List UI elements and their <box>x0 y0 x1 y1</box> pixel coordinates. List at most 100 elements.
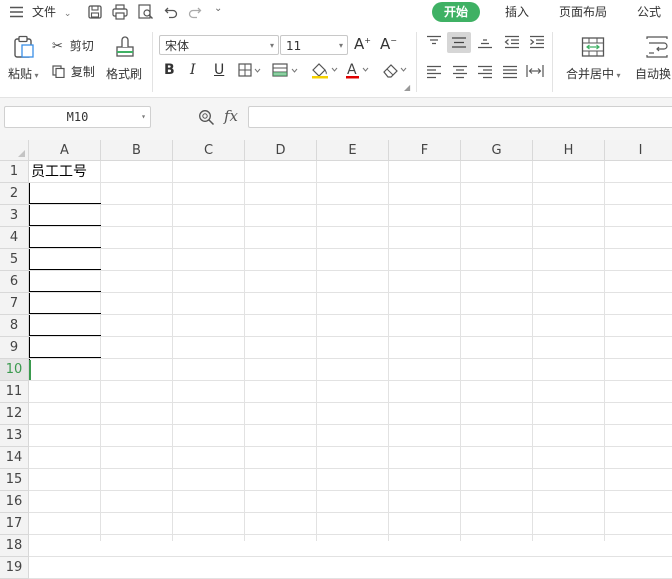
distributed-align-icon[interactable] <box>526 63 544 82</box>
tab-formulas[interactable]: 公式 <box>637 0 661 25</box>
column-header-e[interactable]: E <box>317 140 389 161</box>
tab-insert[interactable]: 插入 <box>505 0 529 25</box>
chevron-down-icon: ▾ <box>141 112 146 121</box>
row-header-1[interactable]: 1 <box>0 161 29 183</box>
active-cell-marker <box>29 360 31 380</box>
row-header-16[interactable]: 16 <box>0 491 29 513</box>
copy-button[interactable]: 复制 <box>52 63 102 81</box>
merge-center-label: 合并居中 <box>566 67 615 81</box>
insert-function-button[interactable]: fx <box>224 107 238 125</box>
sheet-grid: 员工工号 A B C D E F G H I 1 2 3 4 5 6 7 8 9 10 11 12 13 14 15 16 17 1… <box>0 140 672 579</box>
decrease-font-size-icon[interactable]: A− <box>380 35 397 53</box>
cell-a1[interactable]: 员工工号 <box>29 161 101 182</box>
column-header-a[interactable]: A <box>29 140 101 161</box>
column-header-d[interactable]: D <box>245 140 317 161</box>
row-header-10[interactable]: 10 <box>0 359 29 381</box>
align-right-icon[interactable] <box>477 65 493 82</box>
underline-icon[interactable]: U <box>214 62 224 78</box>
wrap-text-icon <box>644 35 670 62</box>
row-gridline <box>29 424 672 425</box>
column-header-f[interactable]: F <box>389 140 461 161</box>
print-icon[interactable] <box>112 4 128 23</box>
row-header-19[interactable]: 19 <box>0 557 29 579</box>
range-inner-border <box>29 225 101 226</box>
align-left-icon[interactable] <box>426 65 442 82</box>
cut-button[interactable]: ✂ 剪切 <box>52 37 102 55</box>
row-header-13[interactable]: 13 <box>0 425 29 447</box>
select-all-corner[interactable] <box>0 140 29 161</box>
font-size-value: 11 <box>286 39 302 53</box>
merge-center-button[interactable]: 合并居中 ▾ <box>560 33 626 89</box>
column-header-h[interactable]: H <box>533 140 605 161</box>
row-gridline <box>29 402 672 403</box>
row-header-15[interactable]: 15 <box>0 469 29 491</box>
row-header-14[interactable]: 14 <box>0 447 29 469</box>
formula-input[interactable] <box>248 106 672 128</box>
print-preview-icon[interactable] <box>138 4 154 23</box>
row-header-7[interactable]: 7 <box>0 293 29 315</box>
row-header-17[interactable]: 17 <box>0 513 29 535</box>
row-gridline <box>29 204 672 205</box>
row-header-2[interactable]: 2 <box>0 183 29 205</box>
hamburger-menu-icon[interactable] <box>10 6 23 18</box>
redo-icon[interactable] <box>188 5 202 22</box>
merge-cells-icon <box>581 35 605 62</box>
save-icon[interactable] <box>88 5 102 22</box>
paste-button[interactable]: 粘贴 ▾ <box>6 33 44 89</box>
bordered-range-a2-a10[interactable] <box>29 182 101 381</box>
tab-page-layout[interactable]: 页面布局 <box>559 0 607 25</box>
bold-icon[interactable]: B <box>164 62 175 78</box>
font-dialog-launcher-icon[interactable]: ◢ <box>404 83 410 92</box>
row-gridline <box>29 336 672 337</box>
wrap-text-button[interactable]: 自动换 <box>632 33 672 89</box>
row-header-8[interactable]: 8 <box>0 315 29 337</box>
align-center-icon[interactable] <box>452 65 468 82</box>
eraser-icon[interactable] <box>382 62 410 81</box>
row-gridline <box>29 512 672 513</box>
fill-color-icon[interactable] <box>310 61 340 82</box>
column-gridline <box>316 161 317 541</box>
chevron-down-icon: ▾ <box>269 41 274 50</box>
italic-icon[interactable]: I <box>190 62 196 78</box>
border-icon[interactable] <box>238 63 262 80</box>
ribbon-divider <box>152 32 153 92</box>
row-header-11[interactable]: 11 <box>0 381 29 403</box>
row-gridline <box>29 270 672 271</box>
column-header-b[interactable]: B <box>101 140 173 161</box>
row-header-12[interactable]: 12 <box>0 403 29 425</box>
font-color-icon[interactable]: A <box>344 61 374 82</box>
column-gridline <box>604 161 605 541</box>
tab-home[interactable]: 开始 <box>432 2 481 22</box>
font-name-select[interactable]: 宋体 ▾ <box>159 35 279 55</box>
file-menu[interactable]: 文件 ⌄ <box>32 0 71 27</box>
formula-value <box>249 110 253 124</box>
name-box[interactable]: M10 ▾ <box>4 106 151 128</box>
row-header-9[interactable]: 9 <box>0 337 29 359</box>
align-middle-icon[interactable] <box>447 32 471 53</box>
menu-bar: 文件 ⌄ ⌄ 开始 插入 页面布局 公式 <box>0 0 672 25</box>
zoom-search-icon[interactable] <box>198 109 215 129</box>
clipboard-icon <box>12 35 36 62</box>
row-header-3[interactable]: 3 <box>0 205 29 227</box>
row-header-6[interactable]: 6 <box>0 271 29 293</box>
row-header-5[interactable]: 5 <box>0 249 29 271</box>
undo-icon[interactable] <box>164 5 178 22</box>
justify-icon[interactable] <box>502 65 518 82</box>
decrease-indent-icon[interactable] <box>504 35 520 52</box>
quick-access-dropdown-icon[interactable]: ⌄ <box>214 3 222 14</box>
column-header-c[interactable]: C <box>173 140 245 161</box>
increase-font-size-icon[interactable]: A+ <box>354 35 371 53</box>
row-gridline <box>29 468 672 469</box>
row-header-4[interactable]: 4 <box>0 227 29 249</box>
column-header-i[interactable]: I <box>605 140 672 161</box>
align-bottom-icon[interactable] <box>477 35 493 52</box>
column-gridline <box>460 161 461 541</box>
cell-a1-text: 员工工号 <box>31 164 87 180</box>
increase-indent-icon[interactable] <box>529 35 545 52</box>
column-header-g[interactable]: G <box>461 140 533 161</box>
row-header-18[interactable]: 18 <box>0 535 29 557</box>
cell-style-icon[interactable] <box>272 63 300 80</box>
format-painter-button[interactable]: 格式刷 <box>104 33 146 89</box>
font-size-select[interactable]: 11 ▾ <box>280 35 348 55</box>
align-top-icon[interactable] <box>426 35 442 52</box>
